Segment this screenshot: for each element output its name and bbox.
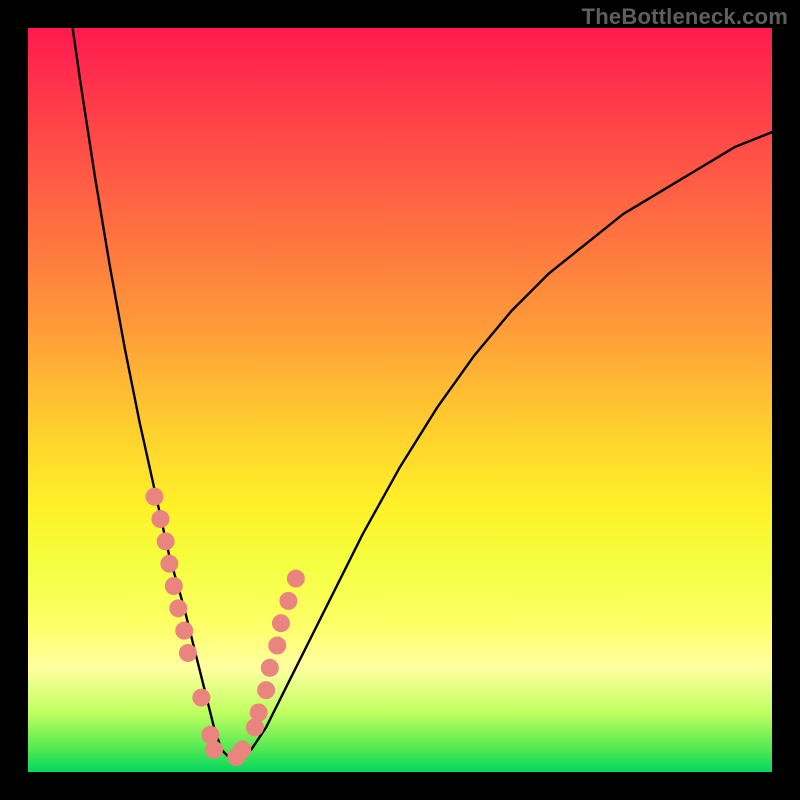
watermark-text: TheBottleneck.com [582, 4, 788, 30]
chart-container: { "watermark": "TheBottleneck.com", "cha… [0, 0, 800, 800]
plot-background [28, 28, 772, 772]
